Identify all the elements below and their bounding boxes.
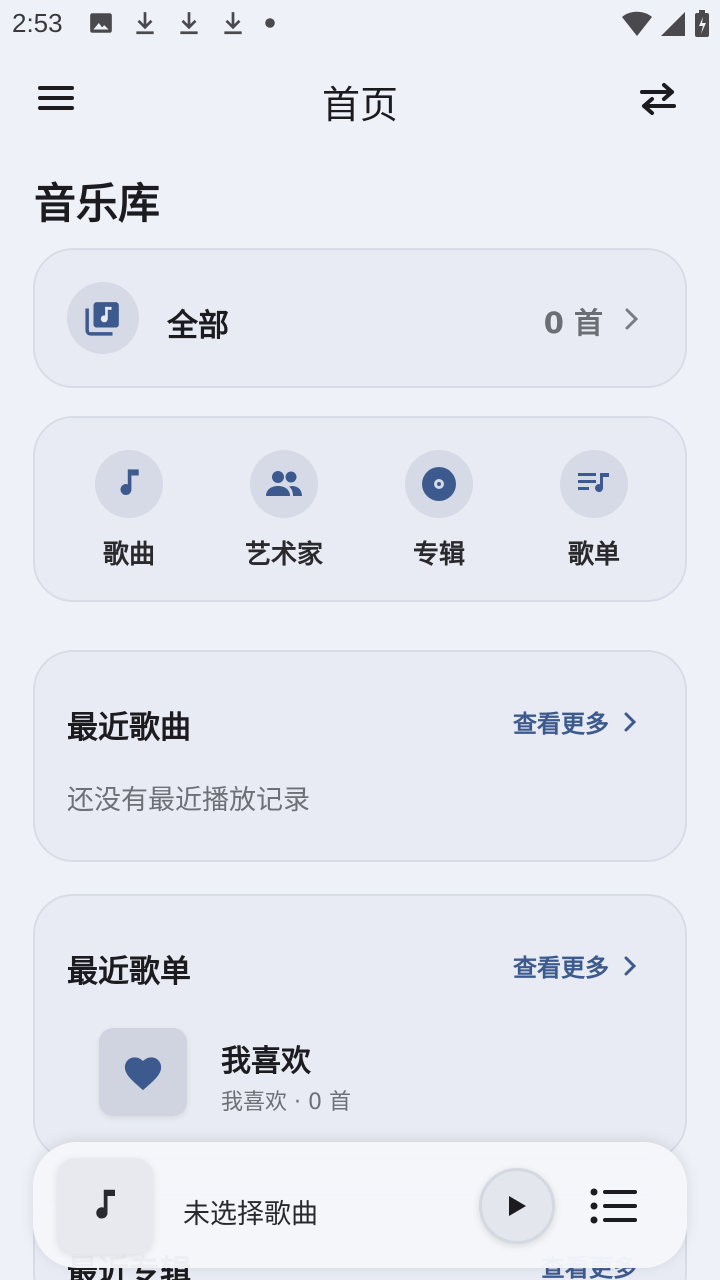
- category-icon-wrap: [560, 450, 628, 518]
- recent-playlists-card: 最近歌单 查看更多 我喜欢 我喜欢 · 0 首: [33, 894, 687, 1160]
- more-label: 查看更多: [513, 710, 609, 738]
- category-icon-wrap: [95, 450, 163, 518]
- chevron-right-icon: [625, 308, 639, 330]
- system-icons: [622, 10, 710, 38]
- music-note-icon: [96, 1189, 115, 1219]
- playlist-icon: [578, 473, 609, 493]
- recent-playlists-more-link[interactable]: 查看更多: [513, 948, 637, 983]
- recent-songs-more-link[interactable]: 查看更多: [513, 704, 637, 739]
- playlist-name: 我喜欢: [221, 1044, 311, 1079]
- recent-playlists-title: 最近歌单: [67, 954, 191, 990]
- play-icon: [509, 1196, 526, 1216]
- all-songs-card[interactable]: 全部 0 首: [33, 248, 687, 388]
- category-label: 歌曲: [102, 540, 155, 570]
- empty-state-text: 还没有最近播放记录: [67, 785, 310, 816]
- playlist-thumbnail: [99, 1028, 187, 1116]
- category-icon-wrap: [405, 450, 473, 518]
- battery-icon: [695, 10, 709, 37]
- more-label: 查看更多: [513, 954, 609, 982]
- wifi-icon: [622, 11, 652, 36]
- play-button[interactable]: [479, 1168, 555, 1244]
- category-albums[interactable]: 专辑: [379, 450, 499, 571]
- mini-player-title: 未选择歌曲: [183, 1199, 318, 1230]
- playlist-subtitle: 我喜欢 · 0 首: [221, 1090, 351, 1115]
- image-icon: [90, 13, 112, 33]
- category-label: 专辑: [412, 540, 465, 570]
- library-music-icon: [85, 302, 119, 336]
- page-title: 首页: [321, 83, 398, 127]
- recent-songs-title: 最近歌曲: [67, 710, 191, 746]
- dot-icon: [265, 18, 275, 28]
- mini-player[interactable]: 未选择歌曲: [33, 1142, 687, 1268]
- section-title-library: 音乐库: [34, 179, 161, 228]
- chevron-right-icon: [624, 956, 637, 975]
- status-bar: 2:53: [0, 0, 720, 50]
- all-label: 全部: [167, 308, 229, 344]
- top-app-bar: 首页: [0, 60, 720, 136]
- recent-songs-card: 最近歌曲 查看更多 还没有最近播放记录: [33, 650, 687, 862]
- swap-icon[interactable]: [636, 78, 680, 118]
- library-icon-wrap: [67, 282, 139, 354]
- status-time: 2:53: [12, 8, 63, 38]
- download-icon: [224, 12, 242, 35]
- music-note-icon: [120, 469, 139, 495]
- heart-icon: [124, 1057, 162, 1091]
- category-label: 艺术家: [244, 540, 323, 570]
- category-icon-wrap: [250, 450, 318, 518]
- download-icon: [136, 12, 154, 35]
- all-count: 0 首: [543, 306, 603, 340]
- chevron-right-icon: [624, 712, 637, 731]
- signal-icon: [661, 12, 685, 36]
- queue-list-icon[interactable]: [589, 1186, 639, 1226]
- category-artists[interactable]: 艺术家: [224, 450, 344, 571]
- category-playlists[interactable]: 歌单: [534, 450, 654, 571]
- category-card: 歌曲 艺术家 专辑 歌单: [33, 416, 687, 602]
- people-icon: [266, 471, 302, 496]
- category-songs[interactable]: 歌曲: [69, 450, 189, 571]
- category-label: 歌单: [567, 540, 620, 570]
- notification-icons: [88, 10, 276, 36]
- mini-player-artwork: [57, 1158, 153, 1254]
- download-icon: [180, 12, 198, 35]
- disc-icon: [422, 467, 456, 501]
